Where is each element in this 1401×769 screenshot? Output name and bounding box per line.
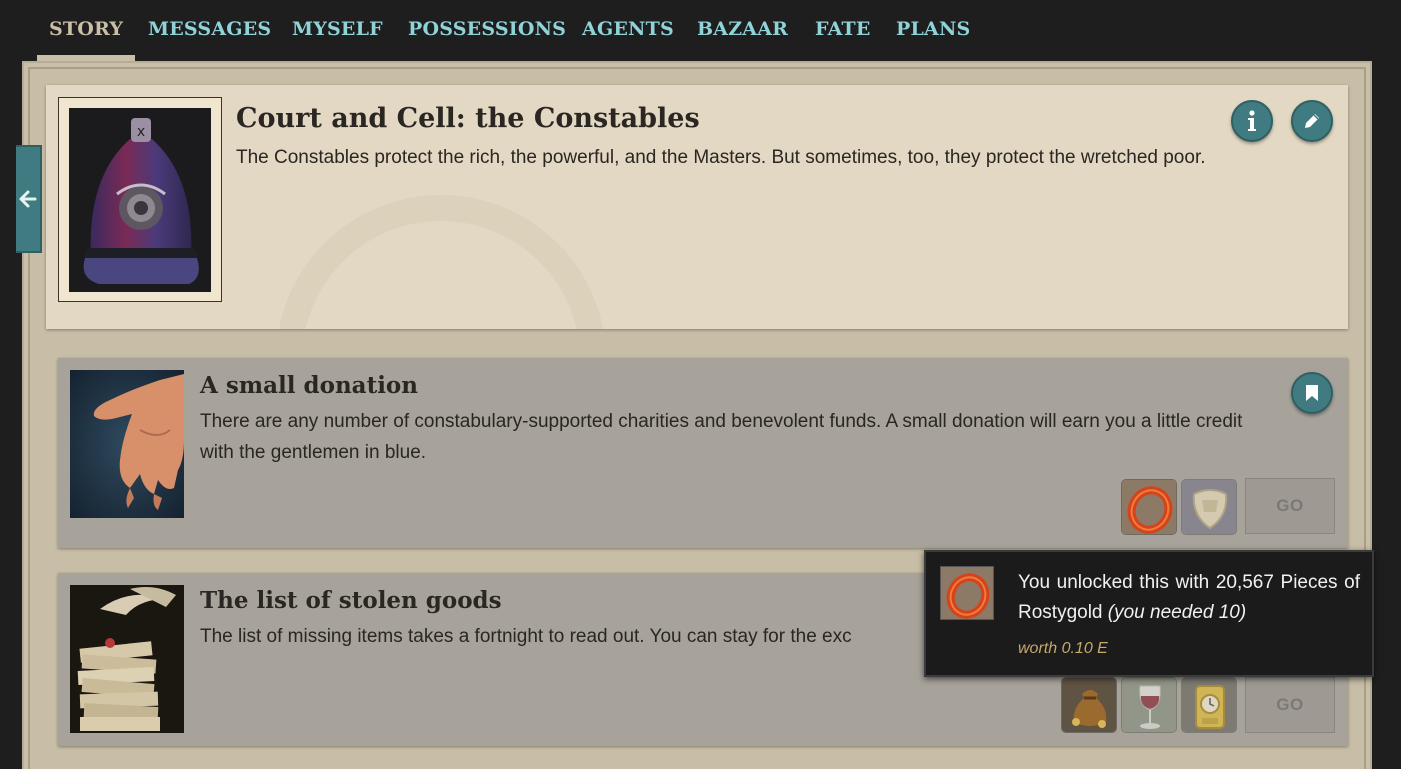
svg-text:x: x (137, 124, 145, 140)
storylet-card: A small donation There are any number of… (58, 358, 1348, 548)
bookmark-icon (1306, 385, 1318, 401)
open-hand-image (70, 370, 184, 518)
gold-clock-icon[interactable] (1181, 677, 1237, 733)
quality-tooltip: You unlocked this with 20,567 Pieces of … (924, 550, 1374, 677)
back-tab[interactable] (16, 145, 42, 253)
tab-messages[interactable]: MESSAGES (148, 0, 271, 61)
pencil-icon (1305, 114, 1319, 128)
storylet-description: There are any number of constabulary-sup… (200, 411, 1243, 463)
area-image-frame: x (58, 97, 222, 302)
top-nav: STORY MESSAGES MYSELF POSSESSIONS AGENTS… (0, 0, 1401, 61)
info-icon (1248, 110, 1256, 131)
go-button[interactable]: GO (1245, 478, 1335, 534)
tooltip-text: You unlocked this with 20,567 Pieces of … (1018, 568, 1360, 628)
tab-myself[interactable]: MYSELF (292, 0, 383, 61)
constable-helmet-image: x (69, 108, 211, 292)
shield-crest-icon[interactable] (1181, 479, 1237, 535)
rostygold-ring-icon[interactable] (1121, 479, 1177, 535)
tab-story[interactable]: STORY (37, 0, 136, 61)
tab-fate[interactable]: FATE (815, 0, 871, 61)
storylet-title: The list of stolen goods (200, 587, 502, 614)
tab-possessions[interactable]: POSSESSIONS (408, 0, 566, 61)
stack-of-cards-image (70, 585, 184, 733)
area-header: x Court and Cell: the Constables The Con… (46, 85, 1348, 329)
go-button[interactable]: GO (1245, 677, 1335, 733)
money-bag-icon[interactable] (1061, 677, 1117, 733)
arrow-left-icon (19, 190, 37, 208)
tooltip-worth: worth 0.10 E (1018, 640, 1108, 657)
tab-bazaar[interactable]: BAZAAR (697, 0, 788, 61)
decorative-seal (276, 195, 606, 329)
edit-button[interactable] (1291, 100, 1333, 142)
area-description: The Constables protect the rich, the pow… (236, 147, 1206, 168)
tooltip-needed-text: (you needed 10) (1107, 602, 1247, 623)
rostygold-ring-icon (940, 566, 994, 620)
area-title: Court and Cell: the Constables (236, 103, 700, 134)
storylet-title: A small donation (200, 372, 418, 399)
info-button[interactable] (1231, 100, 1273, 142)
tab-agents[interactable]: AGENTS (582, 0, 674, 61)
bookmark-button[interactable] (1291, 372, 1333, 414)
tab-plans[interactable]: PLANS (896, 0, 970, 61)
wine-glass-icon[interactable] (1121, 677, 1177, 733)
